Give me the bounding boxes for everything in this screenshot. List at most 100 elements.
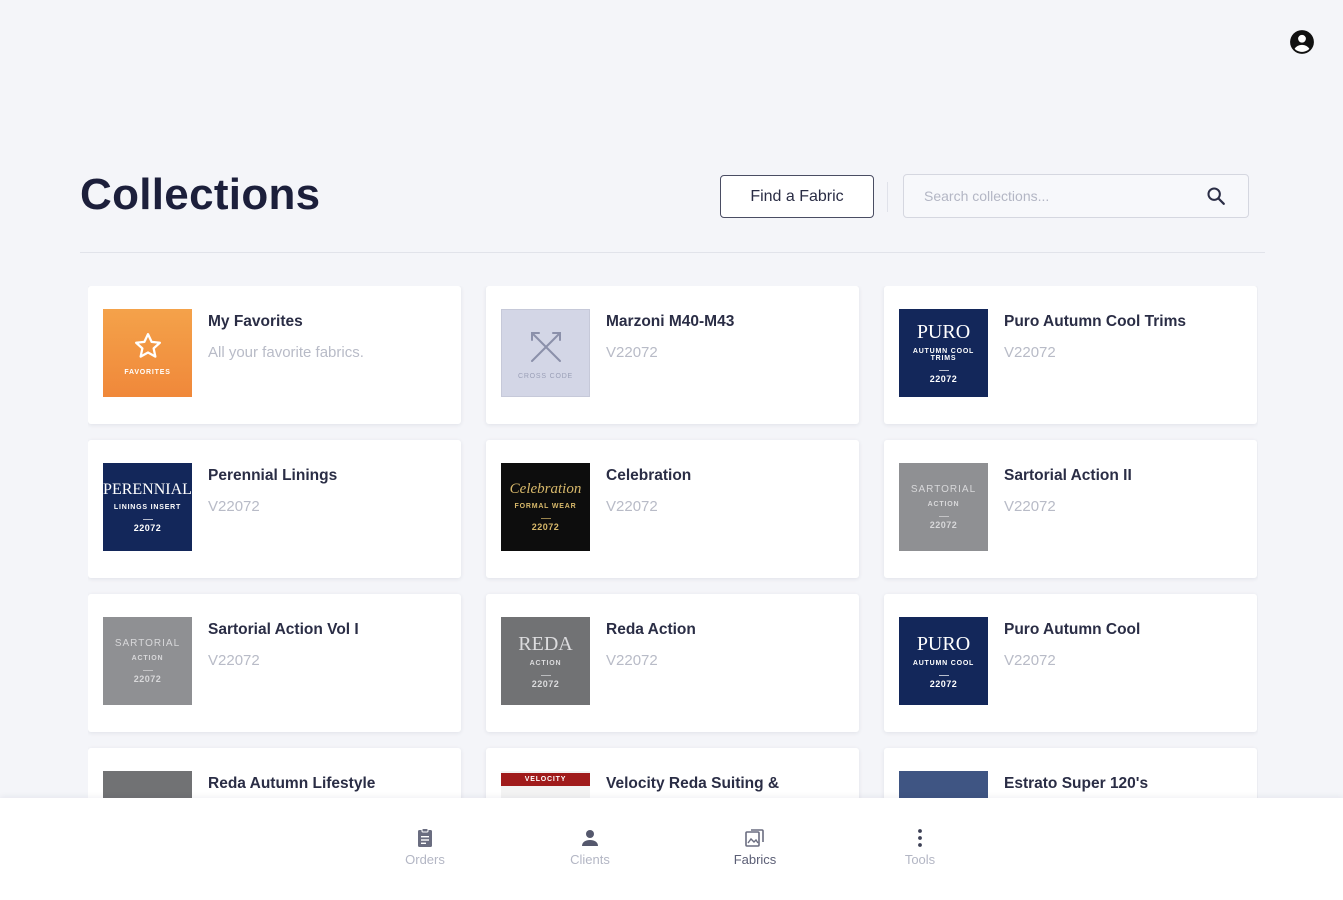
collection-title: Estrato Super 120's	[1004, 775, 1149, 792]
collection-thumbnail: REDA	[103, 771, 192, 798]
collection-subtitle: V22072	[1004, 344, 1056, 361]
nav-label-orders: Orders	[405, 852, 445, 867]
thumbnail-label: FAVORITES	[124, 368, 171, 376]
thumbnail-subtitle: ACTION	[131, 654, 164, 662]
thumbnail-brand: PURO	[916, 321, 971, 343]
thumbnail-subtitle: ACTION	[927, 500, 960, 508]
nav-fabrics[interactable]: Fabrics	[715, 826, 795, 876]
thumbnail-brand: SARTORIAL	[910, 483, 977, 495]
collection-subtitle: V22072	[606, 498, 658, 515]
header-separator	[887, 182, 888, 212]
collection-title: Sartorial Action II	[1004, 467, 1132, 484]
collection-card[interactable]: FAVORITES My Favorites All your favorite f…	[88, 286, 461, 424]
collection-thumbnail: VELOCITY	[501, 771, 590, 798]
collection-card[interactable]: SARTORIAL ACTION 22072 Sartorial Action Vol…	[88, 594, 461, 732]
thumbnail-brand: Celebration	[509, 481, 582, 497]
thumbnail-label: CROSS CODE	[517, 372, 574, 380]
person-icon	[582, 830, 598, 846]
thumbnail-dash	[540, 674, 551, 676]
collection-thumbnail: REDA ACTION 22072	[501, 617, 590, 705]
thumbnail-dash	[938, 370, 949, 371]
thumbnail-dash	[142, 518, 153, 520]
star-icon	[134, 332, 161, 358]
crossed-arrows-icon	[530, 331, 561, 362]
fabric-swatch-icon	[745, 829, 764, 847]
thumbnail-number: 22072	[929, 678, 958, 689]
account-icon[interactable]	[1289, 29, 1315, 55]
collection-thumbnail: SARTORIAL ACTION 22072	[103, 617, 192, 705]
nav-label-tools: Tools	[904, 852, 936, 867]
nav-tools[interactable]: Tools	[880, 826, 960, 876]
thumbnail-brand: PERENNIAL	[103, 480, 192, 498]
thumbnail-subtitle: AUTUMN COOL	[912, 659, 975, 667]
collection-card[interactable]: Celebration FORMAL WEAR 22072 Celebration V2…	[486, 440, 859, 578]
collection-card[interactable]: PURO AUTUMN COOL TRIMS 22072 Puro Autumn Co…	[884, 286, 1257, 424]
nav-orders[interactable]: Orders	[385, 826, 465, 876]
collection-thumbnail: FAVORITES	[103, 309, 192, 397]
thumbnail-subtitle: LININGS INSERT	[113, 503, 182, 511]
thumbnail-number: 22072	[133, 673, 162, 684]
thumbnail-brand: REDA	[518, 632, 573, 655]
thumbnail-number: 22072	[531, 522, 560, 532]
collection-subtitle: V22072	[606, 344, 658, 361]
collection-title: Velocity Reda Suiting &	[606, 775, 780, 792]
collection-card[interactable]: REDA ACTION 22072 Reda Action V22072	[486, 594, 859, 732]
collection-title: Celebration	[606, 467, 692, 484]
thumbnail-brand: PURO	[916, 632, 971, 655]
clipboard-icon	[418, 828, 432, 847]
collection-thumbnail: PURO AUTUMN COOL TRIMS 22072	[899, 309, 988, 397]
thumbnail-subtitle: AUTUMN COOL TRIMS	[912, 348, 975, 362]
search-box[interactable]	[903, 174, 1249, 218]
collection-subtitle: V22072	[208, 652, 260, 669]
collection-card[interactable]: CROSS CODE Marzoni M40-M43 V22072	[486, 286, 859, 424]
thumbnail-number: 22072	[133, 522, 162, 533]
nav-label-fabrics: Fabrics	[733, 852, 777, 867]
thumbnail-dash	[938, 515, 949, 517]
thumbnail-number: 22072	[929, 519, 958, 530]
collection-card[interactable]: REDA Reda Autumn Lifestyle	[88, 748, 461, 798]
thumbnail-subtitle: ACTION	[529, 659, 562, 667]
find-fabric-button[interactable]: Find a Fabric	[720, 175, 874, 218]
collection-title: Puro Autumn Cool Trims	[1004, 313, 1186, 330]
more-vertical-icon	[918, 829, 922, 847]
collection-card[interactable]: SARTORIAL ACTION 22072 Sartorial Action II V…	[884, 440, 1257, 578]
thumbnail-brand: VELOCITY	[501, 773, 590, 786]
collection-thumbnail: PERENNIAL LININGS INSERT 22072	[103, 463, 192, 551]
collection-card[interactable]: VELOCITY Velocity Reda Suiting &	[486, 748, 859, 798]
collection-subtitle: V22072	[606, 652, 658, 669]
page-title: Collections	[80, 170, 321, 219]
thumbnail-subtitle: FORMAL WEAR	[514, 503, 577, 510]
collection-card[interactable]: PERENNIAL LININGS INSERT 22072 Perennial Li…	[88, 440, 461, 578]
collection-card[interactable]: ESTRATO Estrato Super 120's	[884, 748, 1257, 798]
collection-thumbnail: Celebration FORMAL WEAR 22072	[501, 463, 590, 551]
collection-subtitle: V22072	[1004, 652, 1056, 669]
thumbnail-dash	[540, 518, 551, 519]
thumbnail-number: 22072	[929, 374, 958, 384]
collection-thumbnail: PURO AUTUMN COOL 22072	[899, 617, 988, 705]
collections-grid: FAVORITES My Favorites All your favorite f…	[88, 286, 1258, 798]
thumbnail-dash	[142, 669, 153, 671]
collection-subtitle: V22072	[1004, 498, 1056, 515]
collection-title: Puro Autumn Cool	[1004, 621, 1141, 638]
collection-card[interactable]: PURO AUTUMN COOL 22072 Puro Autumn Cool V220…	[884, 594, 1257, 732]
header-divider	[80, 252, 1265, 253]
collection-title: Reda Autumn Lifestyle	[208, 775, 376, 792]
collection-title: My Favorites	[208, 313, 303, 330]
thumbnail-number: 22072	[531, 678, 560, 689]
collection-thumbnail: SARTORIAL ACTION 22072	[899, 463, 988, 551]
thumbnail-dash	[938, 674, 949, 676]
thumbnail-brand: SARTORIAL	[114, 637, 181, 649]
nav-label-clients: Clients	[570, 852, 610, 867]
collection-title: Reda Action	[606, 621, 696, 638]
bottom-navigation: Orders Clients Fabrics Tools	[0, 798, 1343, 900]
search-input[interactable]	[924, 175, 1194, 216]
collection-title: Sartorial Action Vol I	[208, 621, 359, 638]
collection-title: Perennial Linings	[208, 467, 338, 484]
page-header: Collections Find a Fabric	[80, 168, 1265, 228]
collection-subtitle: V22072	[208, 498, 260, 515]
nav-clients[interactable]: Clients	[550, 826, 630, 876]
collection-thumbnail: ESTRATO	[899, 771, 988, 798]
search-icon[interactable]	[1205, 185, 1227, 207]
collection-title: Marzoni M40-M43	[606, 313, 735, 330]
collection-subtitle: All your favorite fabrics.	[208, 344, 364, 361]
